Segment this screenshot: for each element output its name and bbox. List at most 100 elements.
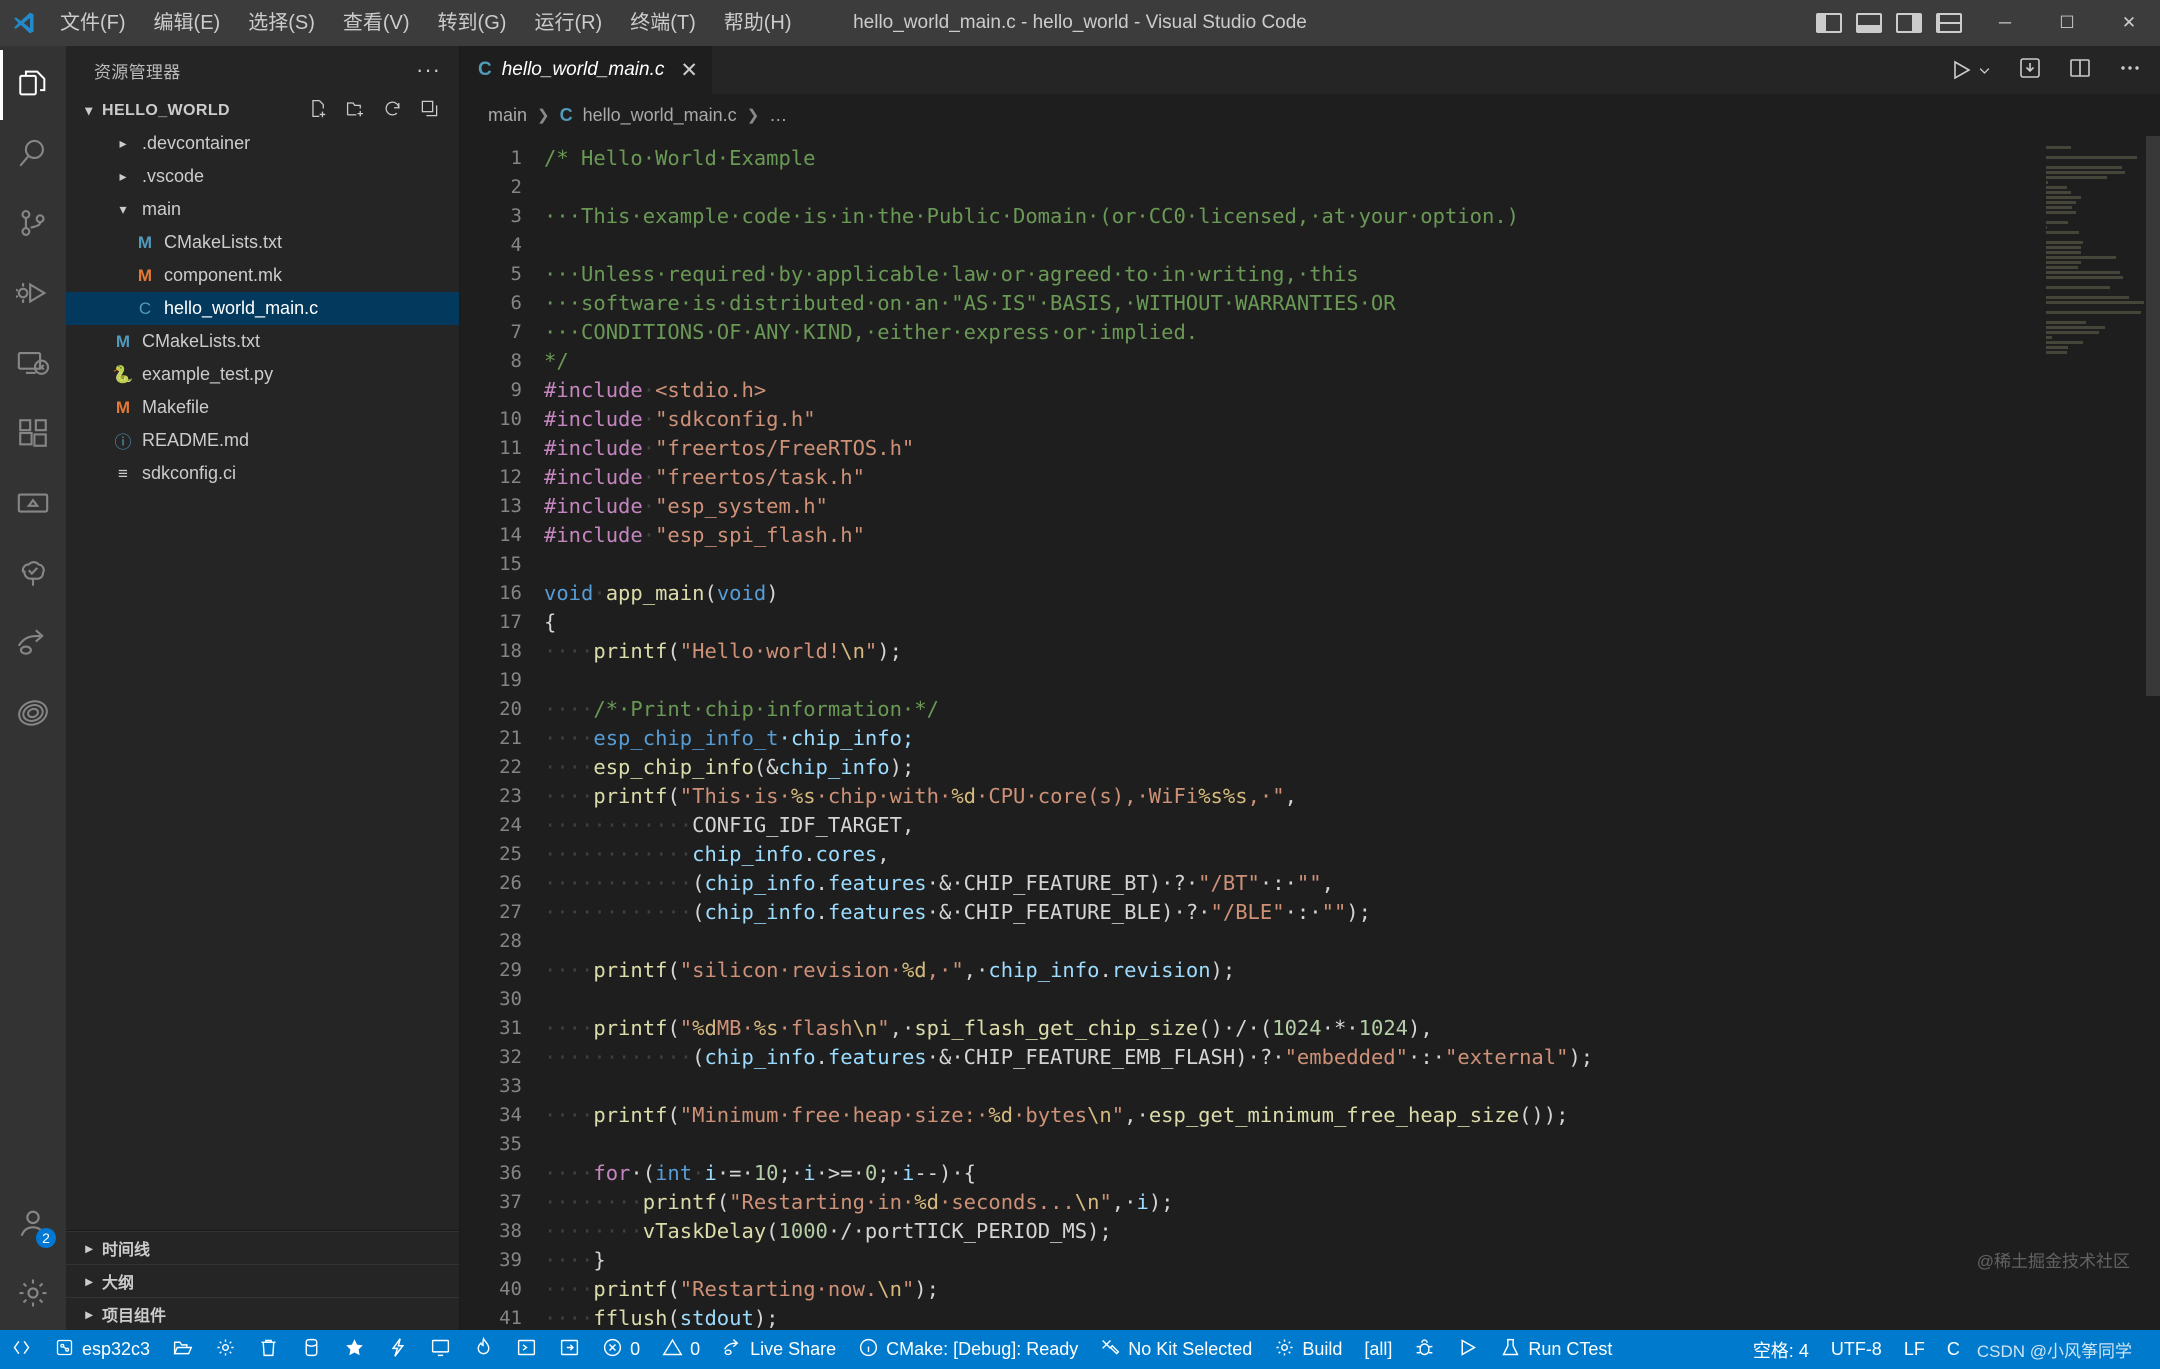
tab-hello-world-main-c[interactable]: C hello_world_main.c ✕ xyxy=(460,46,713,94)
code-line[interactable]: 11 #include·"freertos/FreeRTOS.h" xyxy=(460,434,2040,463)
code-line[interactable]: 5 ···Unless·required·by·applicable·law·or… xyxy=(460,260,2040,289)
code-editor[interactable]: 1/* Hello·World·Example 2 3 ···This·example… xyxy=(460,136,2160,1330)
code-line[interactable]: 7 ···CONDITIONS·OF·ANY·KIND,·either·expre… xyxy=(460,318,2040,347)
sidebar-section-project-components[interactable]: ▸ 项目组件 xyxy=(66,1297,459,1330)
tree-file[interactable]: M Makefile xyxy=(66,391,459,424)
code-line[interactable]: 29 ····printf("silicon·revision·%d,·",·ch… xyxy=(460,956,2040,985)
code-line[interactable]: 10 #include·"sdkconfig.h" xyxy=(460,405,2040,434)
sidebar-section-outline[interactable]: ▸ 大纲 xyxy=(66,1264,459,1297)
menu-go[interactable]: 转到(G) xyxy=(424,0,521,46)
tree-file[interactable]: Chello_world_main.c xyxy=(66,292,459,325)
code-line[interactable]: 21 ····esp_chip_info_t·chip_info; xyxy=(460,724,2040,753)
status-item-idf-device-monitor[interactable] xyxy=(419,1330,462,1369)
code-line[interactable]: 4 xyxy=(460,231,2040,260)
status-item-cmake-status[interactable]: CMake: [Debug]: Ready xyxy=(847,1330,1089,1369)
status-item-problems-warnings[interactable]: 0 xyxy=(651,1330,711,1369)
editor-scrollbar[interactable] xyxy=(2146,136,2160,1330)
code-line[interactable]: 12 #include·"freertos/task.h" xyxy=(460,463,2040,492)
menu-file[interactable]: 文件(F) xyxy=(46,0,140,46)
collapse-all-icon[interactable] xyxy=(420,99,439,123)
activity-run-and-debug[interactable] xyxy=(0,260,66,330)
code-line[interactable]: 37 ········printf("Restarting·in·%d·secon… xyxy=(460,1188,2040,1217)
activity-explorer[interactable] xyxy=(0,50,66,120)
code-line[interactable]: 15 xyxy=(460,550,2040,579)
activity-extensions[interactable] xyxy=(0,400,66,470)
status-item-cmake-target[interactable]: [all] xyxy=(1353,1330,1403,1369)
menu-edit[interactable]: 编辑(E) xyxy=(140,0,235,46)
customize-layout-icon[interactable] xyxy=(1936,13,1962,33)
status-item-cmake-ctest[interactable]: Run CTest xyxy=(1489,1330,1623,1369)
code-line[interactable]: 14 #include·"esp_spi_flash.h" xyxy=(460,521,2040,550)
toggle-panel-icon[interactable] xyxy=(1856,13,1882,33)
code-line[interactable]: 33 xyxy=(460,1072,2040,1101)
code-line[interactable]: 9 #include·<stdio.h> xyxy=(460,376,2040,405)
status-item-idf-flash-device[interactable] xyxy=(462,1330,505,1369)
activity-testing[interactable] xyxy=(0,540,66,610)
code-line[interactable]: 17 { xyxy=(460,608,2040,637)
code-line[interactable]: 32 ············(chip_info.features·&·CHIP… xyxy=(460,1043,2040,1072)
more-actions-icon[interactable] xyxy=(2118,56,2142,85)
code-line[interactable]: 23 ····printf("This·is·%s·chip·with·%d·CP… xyxy=(460,782,2040,811)
activity-search[interactable] xyxy=(0,120,66,190)
status-item-cmake-debug[interactable] xyxy=(1403,1330,1446,1369)
tree-file[interactable]: M CMakeLists.txt xyxy=(66,226,459,259)
status-item-problems-errors[interactable]: 0 xyxy=(591,1330,651,1369)
status-item-cmake-build[interactable]: Build xyxy=(1263,1330,1353,1369)
menu-terminal[interactable]: 终端(T) xyxy=(616,0,710,46)
menu-selection[interactable]: 选择(S) xyxy=(234,0,329,46)
activity-espressif-idf[interactable] xyxy=(0,470,66,540)
code-line[interactable]: 6 ···software·is·distributed·on·an·"AS·IS… xyxy=(460,289,2040,318)
status-item-remote-indicator[interactable] xyxy=(0,1330,43,1369)
scrollbar-thumb[interactable] xyxy=(2146,136,2160,696)
activity-live-share[interactable] xyxy=(0,610,66,680)
status-item-language-mode[interactable]: C xyxy=(1936,1330,1971,1369)
code-line[interactable]: 36 ····for·(int·i·=·10;·i·>=·0;·i--)·{ xyxy=(460,1159,2040,1188)
status-item-indentation[interactable]: 空格: 4 xyxy=(1742,1330,1820,1369)
code-line[interactable]: 22 ····esp_chip_info(&chip_info); xyxy=(460,753,2040,782)
code-line[interactable]: 38 ········vTaskDelay(1000·/·portTICK_PER… xyxy=(460,1217,2040,1246)
tab-close-icon[interactable]: ✕ xyxy=(680,58,698,83)
minimap[interactable] xyxy=(2040,136,2160,1330)
code-line[interactable]: 31 ····printf("%dMB·%s·flash\n",·spi_flas… xyxy=(460,1014,2040,1043)
breadcrumb-file[interactable]: hello_world_main.c xyxy=(583,105,737,126)
code-line[interactable]: 30 xyxy=(460,985,2040,1014)
menu-view[interactable]: 查看(V) xyxy=(329,0,424,46)
tree-folder[interactable]: ▾ main xyxy=(66,193,459,226)
activity-remote-explorer[interactable] xyxy=(0,330,66,400)
status-item-idf-monitor[interactable] xyxy=(376,1330,419,1369)
sidebar-more-actions-icon[interactable]: ··· xyxy=(398,57,459,83)
code-line[interactable]: 19 xyxy=(460,666,2040,695)
new-file-icon[interactable] xyxy=(309,99,328,123)
status-item-idf-fullclean[interactable] xyxy=(247,1330,290,1369)
status-item-cmake-launch[interactable] xyxy=(1446,1330,1489,1369)
status-item-encoding[interactable]: UTF-8 xyxy=(1820,1330,1893,1369)
code-line[interactable]: 3 ···This·example·code·is·in·the·Public·D… xyxy=(460,202,2040,231)
menu-help[interactable]: 帮助(H) xyxy=(710,0,806,46)
maximize-button[interactable]: ☐ xyxy=(2036,0,2098,46)
activity-accounts[interactable]: 2 xyxy=(0,1190,66,1260)
refresh-icon[interactable] xyxy=(383,99,402,123)
code-line[interactable]: 2 xyxy=(460,173,2040,202)
tree-file[interactable]: ≡ sdkconfig.ci xyxy=(66,457,459,490)
status-item-eol[interactable]: LF xyxy=(1893,1330,1936,1369)
breadcrumb-folder[interactable]: main xyxy=(488,105,527,126)
code-line[interactable]: 1 /* Hello·World·Example xyxy=(460,144,2040,173)
new-folder-icon[interactable] xyxy=(346,99,365,123)
status-item-idf-flash[interactable] xyxy=(333,1330,376,1369)
code-line[interactable]: 40 ····printf("Restarting·now.\n"); xyxy=(460,1275,2040,1304)
toggle-secondary-sidebar-icon[interactable] xyxy=(1896,13,1922,33)
code-line[interactable]: 35 xyxy=(460,1130,2040,1159)
code-line[interactable]: 39 ····} xyxy=(460,1246,2040,1275)
tree-file[interactable]: Mcomponent.mk xyxy=(66,259,459,292)
idf-build-flash-monitor-icon[interactable] xyxy=(2018,56,2042,85)
activity-manage-settings[interactable] xyxy=(0,1260,66,1330)
activity-source-control[interactable] xyxy=(0,190,66,260)
code-line[interactable]: 13 #include·"esp_system.h" xyxy=(460,492,2040,521)
code-line[interactable]: 25 ············chip_info.cores, xyxy=(460,840,2040,869)
status-item-live-share[interactable]: Live Share xyxy=(711,1330,847,1369)
breadcrumb-symbol[interactable]: … xyxy=(769,105,787,126)
run-code-button[interactable] xyxy=(1949,58,1992,82)
minimize-button[interactable]: ─ xyxy=(1974,0,2036,46)
code-line[interactable]: 26 ············(chip_info.features·&·CHIP… xyxy=(460,869,2040,898)
close-button[interactable]: ✕ xyxy=(2098,0,2160,46)
